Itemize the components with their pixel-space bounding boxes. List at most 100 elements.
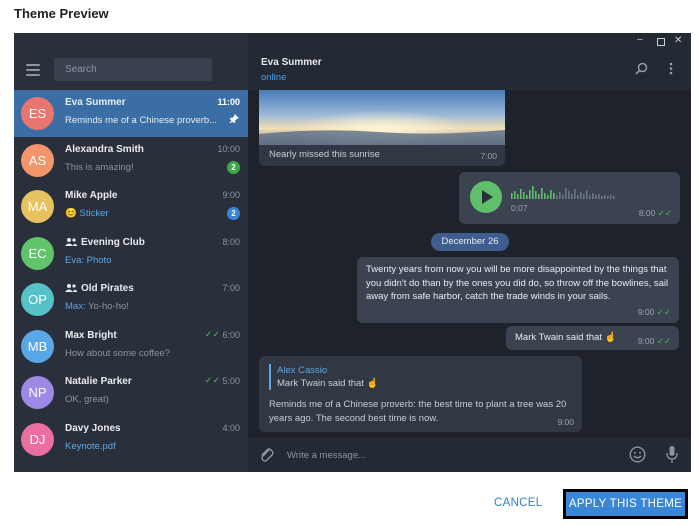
group-icon <box>65 237 77 246</box>
maximize-icon[interactable] <box>657 38 665 46</box>
message-composer: Write a message... <box>248 438 691 472</box>
chat-time: 8:00 <box>222 236 240 247</box>
chat-time: 5:00 <box>222 376 240 386</box>
read-checkmarks-icon: ✓✓ <box>656 307 671 317</box>
read-checkmarks-icon: ✓✓ <box>204 328 220 339</box>
chat-time: 7:00 <box>222 283 240 293</box>
unread-badge: 2 <box>227 160 240 174</box>
play-icon <box>482 190 493 204</box>
sunrise-photo <box>259 90 505 145</box>
chat-item-davy-jones[interactable]: DJ Davy Jones 4:00 Keynote.pdf <box>14 416 248 463</box>
message-text: Mark Twain said that ☝️ <box>515 332 617 343</box>
chat-last-message: How about some coffee? <box>65 347 170 359</box>
chat-time: 6:00 <box>222 329 240 340</box>
chat-item-natalie-parker[interactable]: NP Natalie Parker ✓✓ 5:00 OK, great) <box>14 369 248 416</box>
sender-prefix: Max: <box>65 301 89 312</box>
message-time: 9:00 ✓✓ <box>638 307 671 318</box>
more-options-icon[interactable] <box>669 62 673 75</box>
reply-author: Alex Cassio <box>277 365 328 376</box>
chat-last-message: Reminds me of a Chinese proverb... <box>65 115 218 126</box>
message-time-text: 9:00 <box>637 307 655 317</box>
read-checkmarks-icon: ✓✓ <box>656 336 671 346</box>
avatar: EC <box>21 236 54 270</box>
chat-last-message-text: Photo <box>86 254 112 266</box>
chat-item-mike-apple[interactable]: MA Mike Apple 9:00 😊 Sticker 2 <box>14 183 248 230</box>
read-checkmarks-icon: ✓✓ <box>657 208 672 218</box>
peer-status: online <box>261 72 287 83</box>
emoji-icon[interactable] <box>629 446 646 463</box>
search-input[interactable]: Search <box>54 58 212 81</box>
photo-message[interactable]: Nearly missed this sunrise 7:00 <box>259 90 505 166</box>
message-time: 8:00 ✓✓ <box>639 208 672 219</box>
sticker-emoji-icon: 😊 <box>65 208 77 219</box>
apply-theme-button[interactable]: APPLY THIS THEME <box>563 489 688 519</box>
read-checkmarks-icon: ✓✓ <box>204 375 220 385</box>
chat-time: 4:00 <box>222 422 240 433</box>
date-separator: December 26 <box>431 233 509 251</box>
theme-preview-window: Search ES Eva Summer 11:00 Reminds me of… <box>14 33 691 472</box>
chat-list-sidebar: Search ES Eva Summer 11:00 Reminds me of… <box>14 33 248 472</box>
incoming-reply-message[interactable]: Alex Cassio Mark Twain said that ☝️ Remi… <box>259 356 582 432</box>
chat-last-message: OK, great) <box>65 394 109 405</box>
chat-name: Old Pirates <box>65 283 134 294</box>
chat-last-message-text: Yo-ho-ho! <box>88 301 129 312</box>
avatar: OP <box>21 283 54 316</box>
chat-time: 11:00 <box>217 97 240 107</box>
chat-name-text: Old Pirates <box>81 283 134 294</box>
microphone-icon[interactable] <box>666 445 678 464</box>
attach-icon[interactable] <box>257 446 275 464</box>
group-icon <box>65 284 77 293</box>
pin-icon <box>229 114 239 124</box>
chat-last-message: Keynote.pdf <box>65 440 116 452</box>
outgoing-message[interactable]: Twenty years from now you will be more d… <box>357 257 679 323</box>
avatar: AS <box>21 143 54 177</box>
chat-item-eva-summer[interactable]: ES Eva Summer 11:00 Reminds me of a Chin… <box>14 90 248 137</box>
play-button[interactable] <box>470 181 502 213</box>
unread-badge: 2 <box>227 207 240 220</box>
chat-last-message: Eva: Photo <box>65 255 237 266</box>
voice-message[interactable]: 0:07 8:00 ✓✓ <box>459 172 680 224</box>
reply-quoted-text: Mark Twain said that ☝️ <box>277 378 379 389</box>
dialog-title: Theme Preview <box>14 6 109 21</box>
chat-item-evening-club[interactable]: EC Evening Club 8:00 Eva: Photo <box>14 230 248 277</box>
message-time-text: 9:00 <box>637 336 655 346</box>
search-icon[interactable] <box>635 62 648 75</box>
hamburger-menu-icon[interactable] <box>26 64 40 76</box>
message-text: Reminds me of a Chinese proverb: the bes… <box>269 399 567 424</box>
photo-caption: Nearly missed this sunrise <box>269 149 380 160</box>
avatar: MA <box>21 190 54 223</box>
chat-name: Evening Club <box>65 237 145 248</box>
reply-quote[interactable]: Alex Cassio Mark Twain said that ☝️ <box>269 364 378 390</box>
chat-last-message-text: Sticker <box>79 208 109 219</box>
voice-duration: 0:07 <box>511 203 528 213</box>
close-icon[interactable]: ✕ <box>674 35 682 46</box>
chat-header: – ✕ Eva Summer online <box>248 33 691 90</box>
chat-area: – ✕ Eva Summer online Nearly missed this… <box>248 33 691 472</box>
cancel-button[interactable]: CANCEL <box>494 497 542 509</box>
message-text: Twenty years from now you will be more d… <box>366 264 669 302</box>
message-time: 9:00 ✓✓ <box>638 336 671 347</box>
sender-prefix: Eva: <box>65 254 87 266</box>
message-time-text: 8:00 <box>638 208 656 218</box>
message-input[interactable]: Write a message... <box>287 450 366 461</box>
chat-item-old-pirates[interactable]: OP Old Pirates 7:00 Max: Yo-ho-ho! <box>14 276 248 323</box>
chat-last-message: 😊 Sticker <box>65 208 237 219</box>
outgoing-message[interactable]: Mark Twain said that ☝️ 9:00 ✓✓ <box>506 326 679 350</box>
avatar: MB <box>21 329 54 363</box>
minimize-icon[interactable]: – <box>637 34 643 45</box>
chat-item-alexandra-smith[interactable]: AS Alexandra Smith 10:00 This is amazing… <box>14 137 248 184</box>
chat-last-message: Max: Yo-ho-ho! <box>65 301 237 312</box>
avatar: NP <box>21 376 54 409</box>
peer-name: Eva Summer <box>261 57 322 68</box>
chat-time: 10:00 <box>217 143 240 154</box>
chat-name: Max Bright <box>65 329 117 341</box>
chat-item-max-bright[interactable]: MB Max Bright ✓✓ 6:00 How about some cof… <box>14 323 248 370</box>
avatar: DJ <box>21 422 54 456</box>
avatar: ES <box>21 97 54 130</box>
chat-name-text: Evening Club <box>81 236 145 248</box>
message-time: 9:00 <box>557 417 574 427</box>
chat-time: 9:00 <box>222 190 240 200</box>
chat-name: Eva Summer <box>65 97 126 108</box>
chat-name: Natalie Parker <box>65 376 132 387</box>
chat-name: Mike Apple <box>65 190 118 201</box>
